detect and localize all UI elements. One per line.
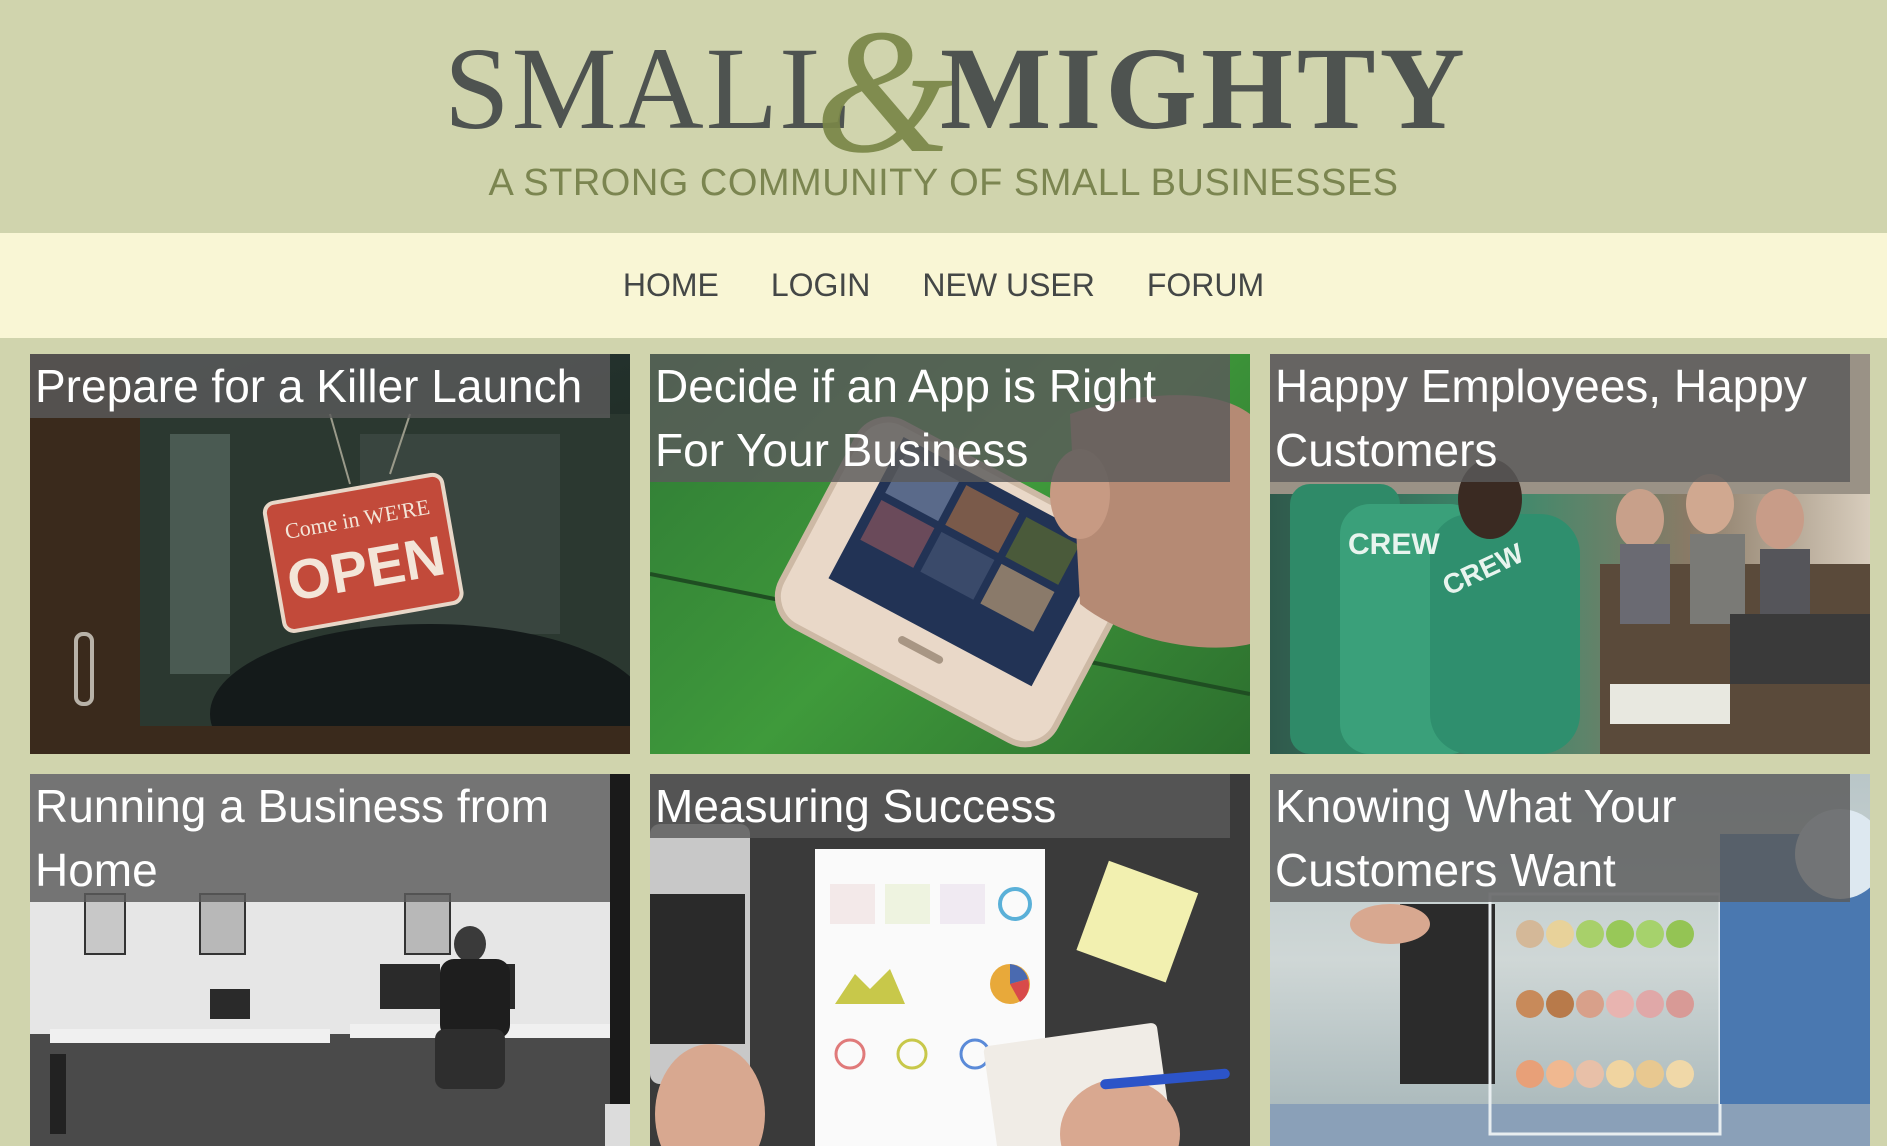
logo-word-small: SMALL (444, 23, 854, 154)
article-card-app[interactable]: Decide if an App is Right For Your Busin… (650, 354, 1250, 754)
card-title: Knowing What Your Customers Want (1270, 774, 1850, 902)
article-card-employees[interactable]: CREW CREW Happy Employees, Happy Custome… (1270, 354, 1870, 754)
article-card-launch[interactable]: Come in WE'RE OPEN Prepare for a Killer … (30, 354, 630, 754)
nav-home-link[interactable]: HOME (621, 267, 721, 304)
card-title: Prepare for a Killer Launch (30, 354, 610, 418)
logo-ampersand: & (815, 0, 954, 190)
logo-word-mighty: MIGHTY (940, 23, 1469, 154)
site-header: SMALL & MIGHTY A STRONG COMMUNITY OF SMA… (0, 0, 1887, 233)
article-card-home-business[interactable]: Running a Business from Home (30, 774, 630, 1146)
article-card-customers-want[interactable]: Knowing What Your Customers Want (1270, 774, 1870, 1146)
crew-shirt-text-1: CREW (1348, 528, 1440, 561)
article-card-measuring-success[interactable]: Measuring Success (650, 774, 1250, 1146)
nav-new-user-link[interactable]: NEW USER (920, 267, 1096, 304)
nav-login-link[interactable]: LOGIN (769, 267, 873, 304)
card-title: Measuring Success (650, 774, 1230, 838)
site-tagline: A STRONG COMMUNITY OF SMALL BUSINESSES (488, 162, 1399, 204)
nav-forum-link[interactable]: FORUM (1145, 267, 1266, 304)
site-logo[interactable]: SMALL & MIGHTY (400, 2, 1480, 180)
main-nav: HOME LOGIN NEW USER FORUM (0, 233, 1887, 338)
card-title: Running a Business from Home (30, 774, 610, 902)
card-title: Decide if an App is Right For Your Busin… (650, 354, 1230, 482)
card-title: Happy Employees, Happy Customers (1270, 354, 1850, 482)
